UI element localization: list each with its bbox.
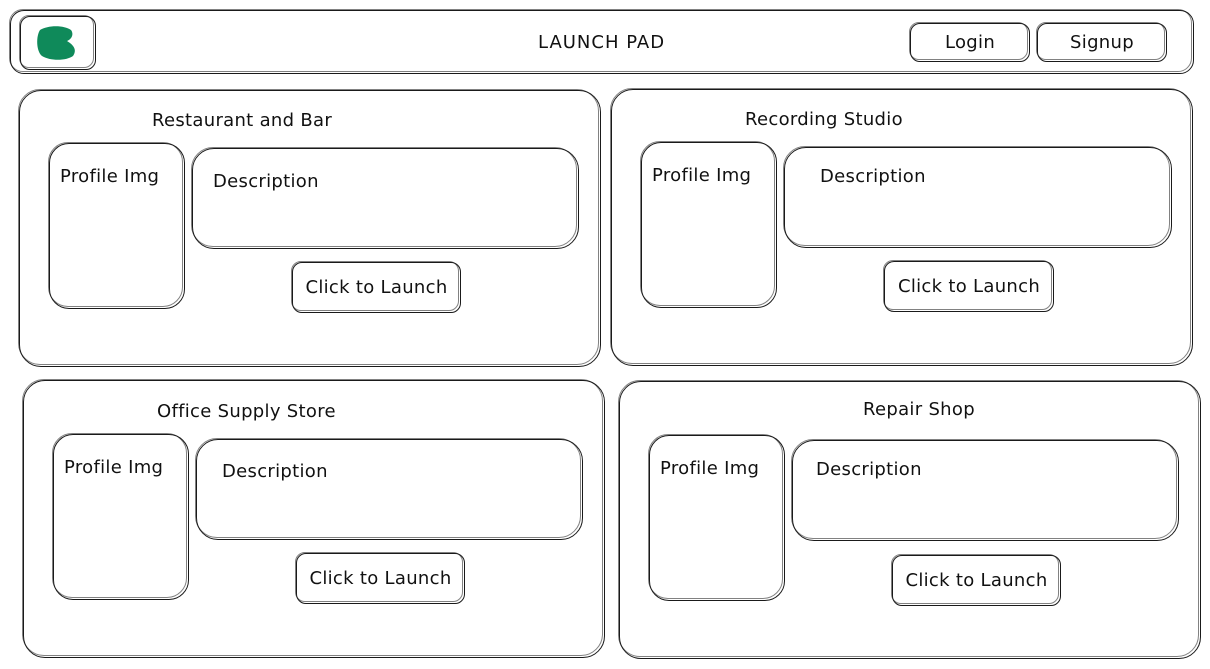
launch-button-label: Click to Launch [309, 568, 452, 589]
launch-button[interactable]: Click to Launch [291, 261, 461, 313]
profile-image-label: Profile Img [64, 457, 164, 478]
description-box [195, 438, 583, 540]
launch-button-label: Click to Launch [305, 277, 448, 298]
launch-button-label: Click to Launch [905, 570, 1048, 591]
logo-button[interactable] [19, 15, 96, 70]
profile-image-label: Profile Img [60, 166, 160, 187]
profile-image-label: Profile Img [652, 165, 752, 186]
card-title: Office Supply Store [157, 401, 336, 422]
description-box [783, 146, 1172, 248]
login-button[interactable]: Login [909, 22, 1030, 62]
leaf-logo-icon [37, 26, 75, 60]
profile-image-label: Profile Img [660, 458, 760, 479]
card-title: Restaurant and Bar [152, 110, 333, 131]
signup-button[interactable]: Signup [1036, 22, 1167, 62]
launch-button[interactable]: Click to Launch [295, 552, 465, 604]
card-title: Repair Shop [863, 399, 975, 420]
description-label: Description [820, 166, 926, 187]
description-label: Description [816, 459, 922, 480]
page-title: LAUNCH PAD [538, 32, 666, 53]
description-box [191, 147, 579, 249]
description-label: Description [213, 171, 319, 192]
description-box [791, 439, 1179, 541]
card-title: Recording Studio [745, 109, 903, 130]
launch-button[interactable]: Click to Launch [883, 260, 1054, 312]
launch-button[interactable]: Click to Launch [891, 554, 1061, 606]
launch-button-label: Click to Launch [897, 276, 1041, 297]
login-button-label: Login [944, 32, 996, 53]
signup-button-label: Signup [1070, 32, 1134, 53]
description-label: Description [222, 461, 328, 482]
